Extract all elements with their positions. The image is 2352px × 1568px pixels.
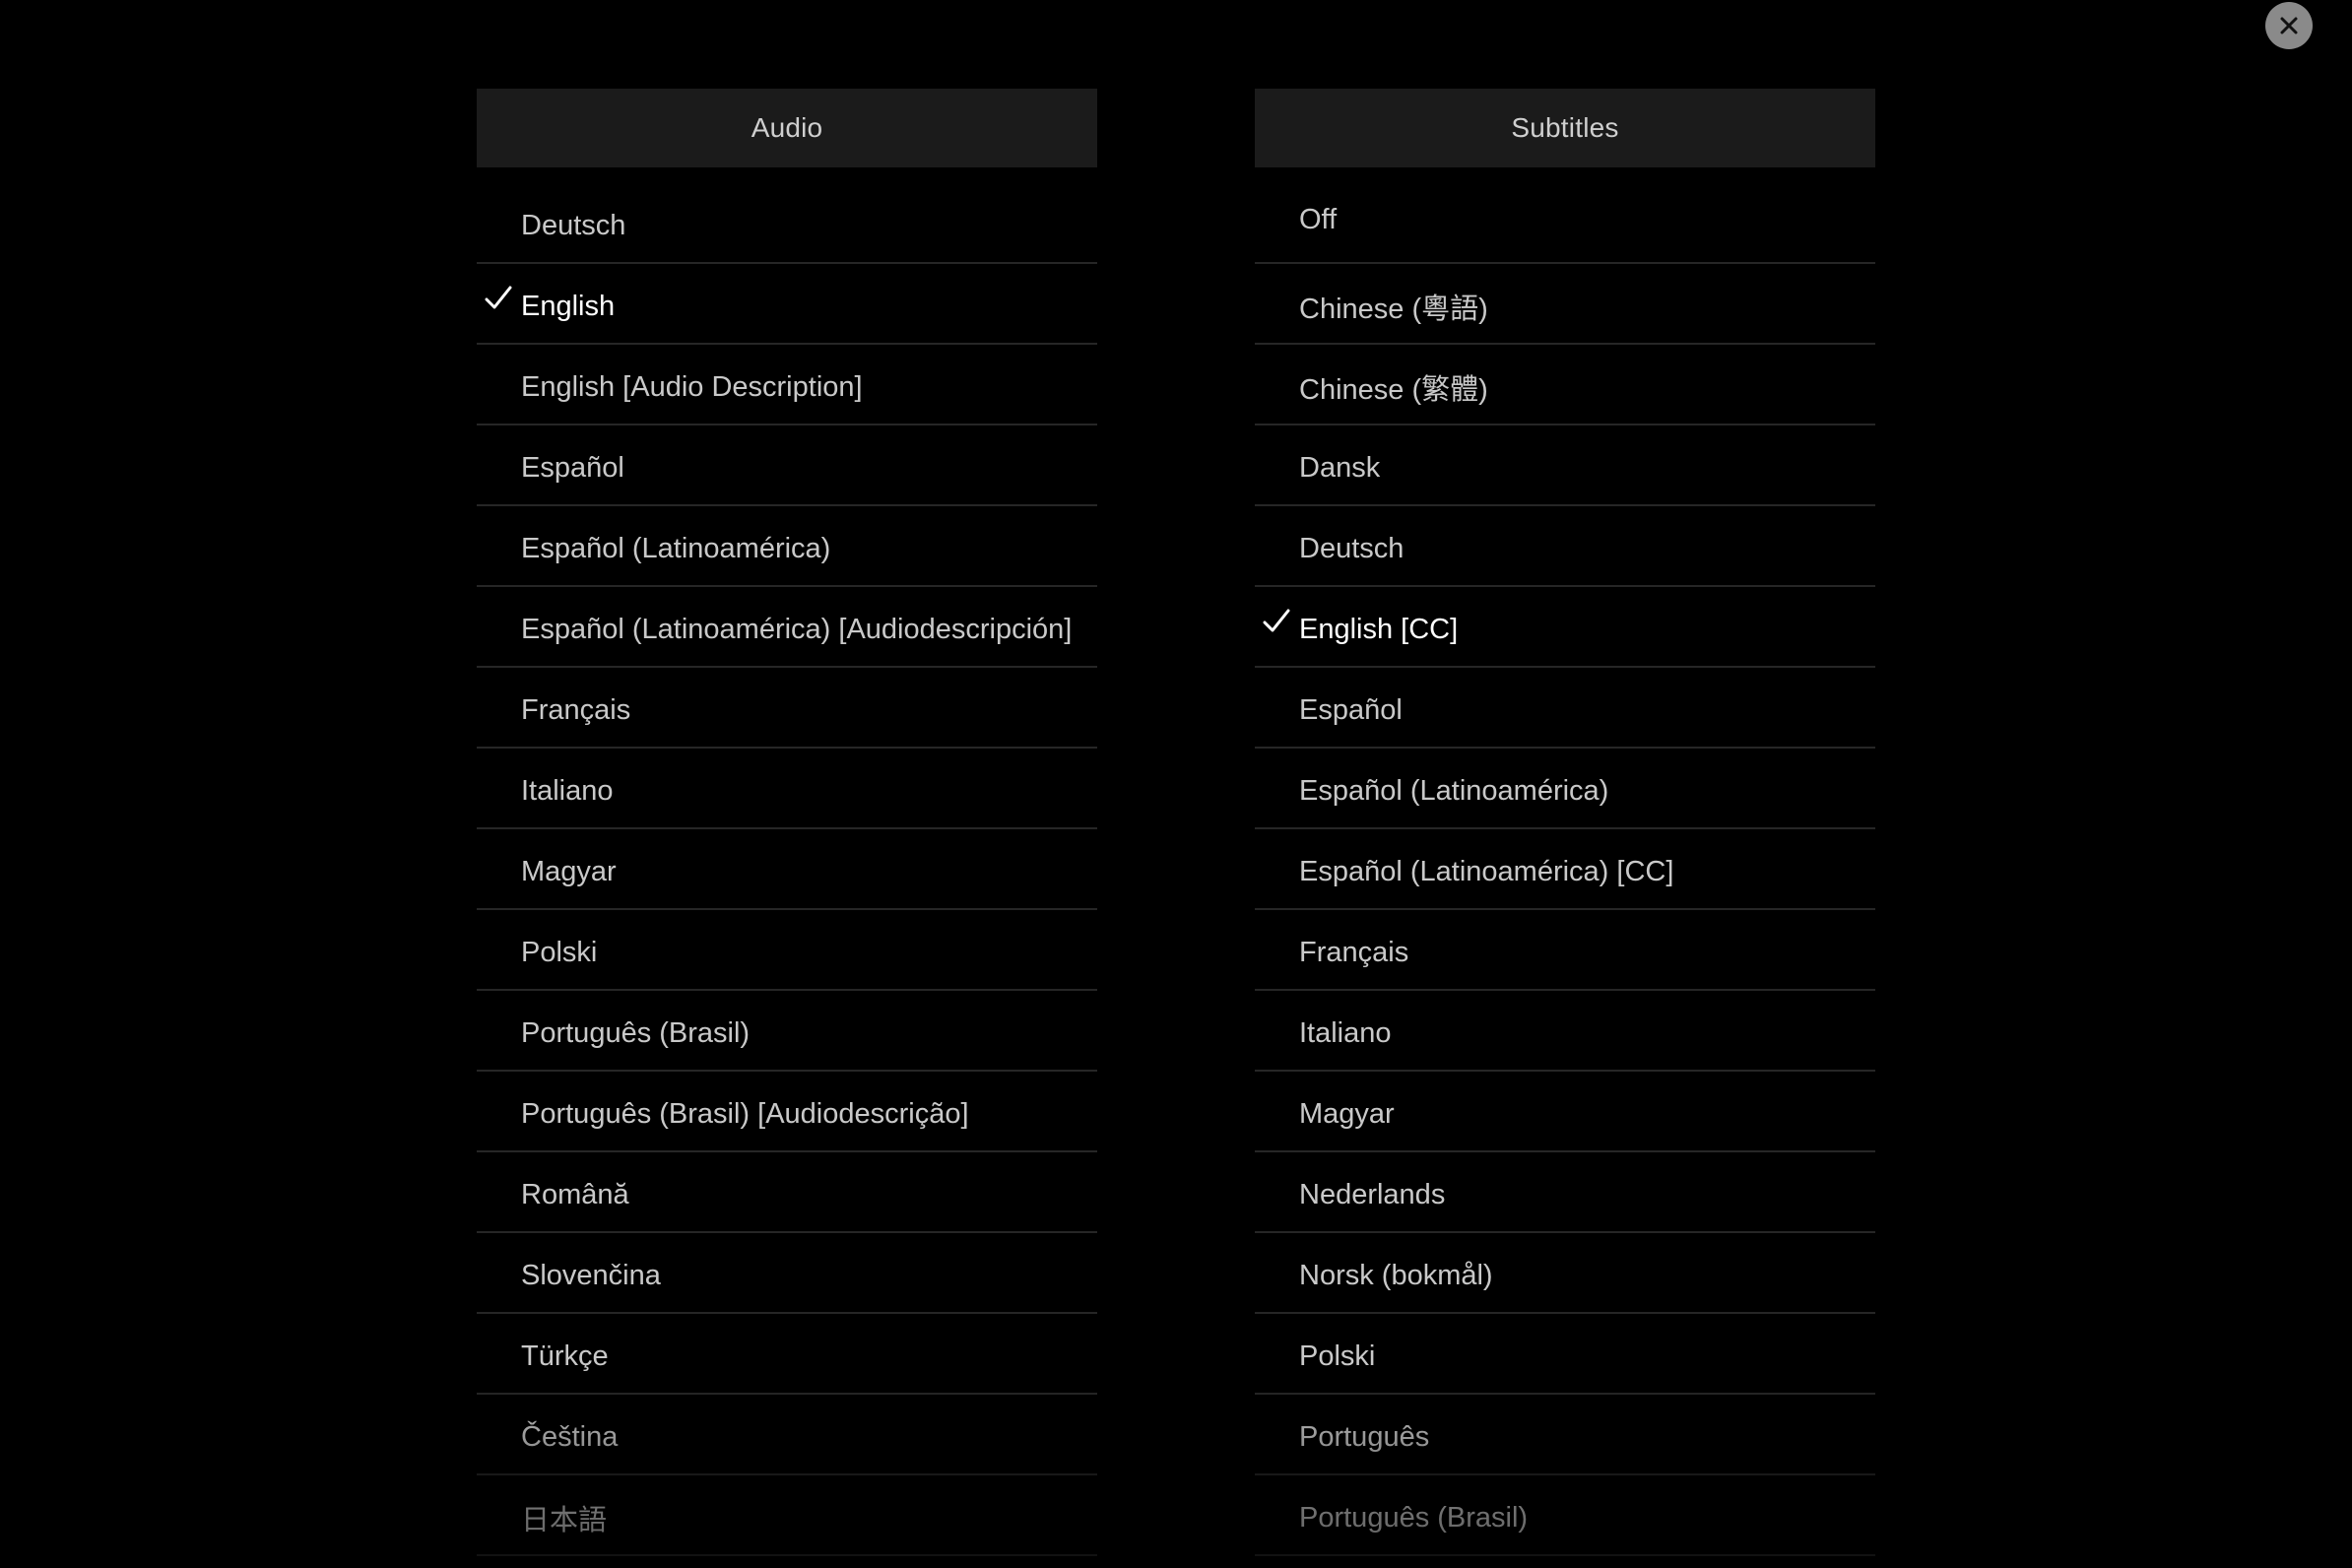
audio-track-label: Français bbox=[521, 693, 631, 726]
subtitles-track-option[interactable]: Español (Latinoamérica) [CC] bbox=[1255, 829, 1875, 910]
subtitles-track-option[interactable]: Português (Brasil) bbox=[1255, 1475, 1875, 1556]
subtitles-track-option[interactable]: Italiano bbox=[1255, 991, 1875, 1072]
subtitles-track-label: Off bbox=[1299, 203, 1338, 235]
audio-header: Audio bbox=[477, 89, 1097, 167]
audio-track-option[interactable]: Português (Brasil) bbox=[477, 991, 1097, 1072]
subtitles-track-option[interactable]: Magyar bbox=[1255, 1072, 1875, 1152]
subtitles-track-label: Español (Latinoamérica) [CC] bbox=[1299, 855, 1674, 887]
audio-track-list: Deutsch English English [Audio Description… bbox=[477, 167, 1097, 1556]
audio-track-option[interactable]: English bbox=[477, 264, 1097, 345]
audio-track-label: Română bbox=[521, 1178, 629, 1210]
close-icon bbox=[2280, 17, 2298, 34]
subtitles-track-label: Deutsch bbox=[1299, 532, 1405, 564]
subtitles-track-option[interactable]: Nederlands bbox=[1255, 1152, 1875, 1233]
audio-track-label: Español bbox=[521, 451, 624, 484]
subtitles-track-option[interactable]: Português bbox=[1255, 1395, 1875, 1475]
subtitles-track-label: Chinese (繁體) bbox=[1299, 374, 1488, 406]
subtitles-track-option[interactable]: Polski bbox=[1255, 1314, 1875, 1395]
subtitles-track-option[interactable]: Español (Latinoamérica) bbox=[1255, 749, 1875, 829]
audio-track-option[interactable]: Čeština bbox=[477, 1395, 1097, 1475]
subtitles-track-label: Chinese (粵語) bbox=[1299, 294, 1488, 325]
audio-track-label: English [Audio Description] bbox=[521, 370, 863, 403]
audio-track-option[interactable]: Español bbox=[477, 425, 1097, 506]
audio-track-label: Türkçe bbox=[521, 1339, 609, 1372]
audio-track-option[interactable]: Deutsch bbox=[477, 183, 1097, 264]
audio-track-option[interactable]: Magyar bbox=[477, 829, 1097, 910]
subtitles-track-option[interactable]: Norsk (bokmål) bbox=[1255, 1233, 1875, 1314]
subtitles-track-option[interactable]: Français bbox=[1255, 910, 1875, 991]
audio-track-label: 日本語 bbox=[521, 1505, 608, 1536]
audio-track-label: Português (Brasil) bbox=[521, 1016, 751, 1049]
audio-track-label: Português (Brasil) [Audiodescrição] bbox=[521, 1097, 969, 1130]
subtitles-track-option[interactable]: Chinese (繁體) bbox=[1255, 345, 1875, 425]
audio-track-label: Magyar bbox=[521, 855, 617, 887]
audio-track-option[interactable]: Polski bbox=[477, 910, 1097, 991]
audio-track-label: Polski bbox=[521, 936, 598, 968]
subtitles-track-label: Italiano bbox=[1299, 1016, 1392, 1049]
bottom-fade-overlay bbox=[0, 1379, 2352, 1568]
checkmark-icon bbox=[1263, 609, 1290, 632]
audio-track-label: Deutsch bbox=[521, 209, 626, 241]
subtitles-track-list: Off Chinese (粵語) Chinese (繁體) Dansk Deutsch E… bbox=[1255, 167, 1875, 1556]
subtitles-track-label: Polski bbox=[1299, 1339, 1376, 1372]
audio-track-option[interactable]: Italiano bbox=[477, 749, 1097, 829]
audio-track-option[interactable]: Slovenčina bbox=[477, 1233, 1097, 1314]
subtitles-header: Subtitles bbox=[1255, 89, 1875, 167]
subtitles-track-option[interactable]: Español bbox=[1255, 668, 1875, 749]
subtitles-track-option[interactable]: Dansk bbox=[1255, 425, 1875, 506]
audio-track-label: Čeština bbox=[521, 1420, 619, 1453]
subtitles-track-option[interactable]: Chinese (粵語) bbox=[1255, 264, 1875, 345]
audio-track-label: English bbox=[521, 290, 616, 322]
subtitles-track-label: English [CC] bbox=[1299, 613, 1459, 645]
audio-track-option[interactable]: Türkçe bbox=[477, 1314, 1097, 1395]
subtitles-track-option[interactable]: Deutsch bbox=[1255, 506, 1875, 587]
close-button[interactable] bbox=[2265, 2, 2313, 49]
subtitles-track-label: Português (Brasil) bbox=[1299, 1501, 1529, 1534]
subtitles-track-label: Nederlands bbox=[1299, 1178, 1446, 1210]
audio-track-option[interactable]: Français bbox=[477, 668, 1097, 749]
audio-track-label: Español (Latinoamérica) [Audiodescripció… bbox=[521, 613, 1073, 645]
subtitles-track-label: Magyar bbox=[1299, 1097, 1395, 1130]
audio-track-label: Italiano bbox=[521, 774, 614, 807]
audio-track-option[interactable]: Português (Brasil) [Audiodescrição] bbox=[477, 1072, 1097, 1152]
subtitles-track-option[interactable]: Off bbox=[1255, 183, 1875, 264]
subtitles-track-label: Español (Latinoamérica) bbox=[1299, 774, 1609, 807]
subtitles-track-label: Español bbox=[1299, 693, 1403, 726]
audio-track-option[interactable]: 日本語 bbox=[477, 1475, 1097, 1556]
subtitles-track-label: Dansk bbox=[1299, 451, 1381, 484]
audio-panel: Audio Deutsch English English [Audio Descr… bbox=[477, 89, 1097, 1556]
audio-track-option[interactable]: English [Audio Description] bbox=[477, 345, 1097, 425]
audio-track-label: Slovenčina bbox=[521, 1259, 661, 1291]
checkmark-icon bbox=[485, 286, 512, 309]
subtitles-track-label: Português bbox=[1299, 1420, 1430, 1453]
subtitles-panel: Subtitles Off Chinese (粵語) Chinese (繁體) Dan… bbox=[1255, 89, 1875, 1556]
audio-track-option[interactable]: Español (Latinoamérica) bbox=[477, 506, 1097, 587]
subtitles-track-label: Norsk (bokmål) bbox=[1299, 1259, 1493, 1291]
audio-track-option[interactable]: Română bbox=[477, 1152, 1097, 1233]
audio-track-option[interactable]: Español (Latinoamérica) [Audiodescripció… bbox=[477, 587, 1097, 668]
subtitles-track-label: Français bbox=[1299, 936, 1409, 968]
audio-track-label: Español (Latinoamérica) bbox=[521, 532, 831, 564]
subtitles-track-option[interactable]: English [CC] bbox=[1255, 587, 1875, 668]
